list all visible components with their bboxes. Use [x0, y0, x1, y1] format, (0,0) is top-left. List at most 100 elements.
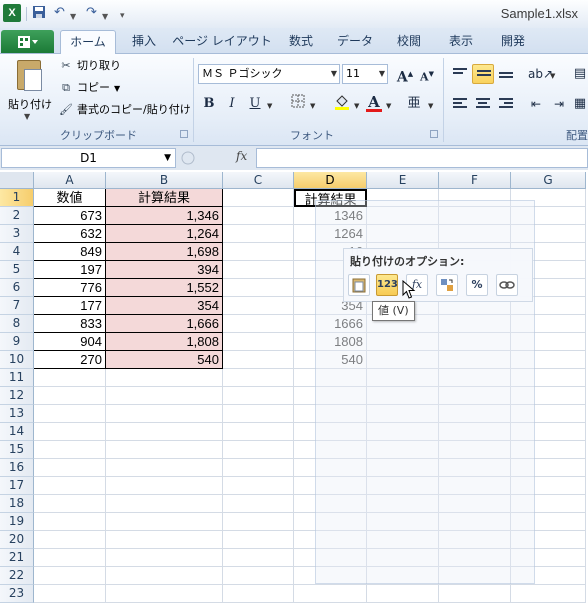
paste-option-formatting-button[interactable]: %	[466, 274, 488, 296]
shrink-font-icon[interactable]: A▼	[417, 64, 437, 84]
cell-b-value[interactable]: 394	[106, 261, 223, 279]
cell-a-value[interactable]: 673	[34, 207, 106, 225]
decrease-indent-icon[interactable]: ⇤	[526, 94, 546, 114]
cell[interactable]	[106, 495, 223, 513]
cell-a-value[interactable]: 833	[34, 315, 106, 333]
cell-a-value[interactable]: 270	[34, 351, 106, 369]
cut-button[interactable]: ✂ 切り取り	[58, 56, 121, 76]
save-icon[interactable]	[32, 5, 46, 21]
chevron-down-icon[interactable]: ▼	[331, 65, 337, 83]
cell[interactable]	[223, 549, 294, 567]
paste-button[interactable]: 貼り付け ▼	[4, 56, 54, 124]
paste-option-link-icon[interactable]	[496, 274, 518, 296]
cell-a-value[interactable]: 177	[34, 297, 106, 315]
row-header[interactable]: 10	[0, 351, 34, 369]
column-header-a[interactable]: A	[34, 172, 106, 189]
cell-b-value[interactable]: 1,698	[106, 243, 223, 261]
cell[interactable]	[34, 531, 106, 549]
tab-formulas[interactable]: 数式	[280, 30, 322, 54]
cell[interactable]	[106, 531, 223, 549]
borders-dropdown-icon[interactable]: ▼	[310, 102, 315, 110]
row-header[interactable]: 3	[0, 225, 34, 243]
row-header[interactable]: 4	[0, 243, 34, 261]
paste-option-values-button[interactable]: 123	[376, 274, 398, 296]
copy-dropdown-icon[interactable]: ▼	[114, 84, 120, 93]
file-tab[interactable]	[1, 30, 54, 53]
row-header[interactable]: 21	[0, 549, 34, 567]
cell-b-value[interactable]: 354	[106, 297, 223, 315]
tab-insert[interactable]: 挿入	[122, 30, 166, 54]
excel-logo-icon[interactable]: X	[3, 4, 21, 22]
font-name-combo[interactable]: ＭＳ Ｐゴシック ▼	[198, 64, 340, 84]
orientation-dropdown-icon[interactable]: ▼	[550, 72, 555, 80]
row-header[interactable]: 11	[0, 369, 34, 387]
cell[interactable]	[223, 279, 294, 297]
align-bottom-icon[interactable]	[496, 64, 516, 84]
cell[interactable]	[223, 333, 294, 351]
cell-b-value[interactable]: 1,552	[106, 279, 223, 297]
cell[interactable]	[223, 585, 294, 603]
cell[interactable]	[223, 441, 294, 459]
phonetic-icon[interactable]: 亜	[404, 94, 424, 114]
cell[interactable]	[34, 387, 106, 405]
row-header[interactable]: 7	[0, 297, 34, 315]
cell[interactable]	[106, 387, 223, 405]
tab-review[interactable]: 校閲	[388, 30, 430, 54]
bold-button[interactable]: B	[199, 94, 219, 114]
undo-icon[interactable]: ↶	[54, 5, 65, 21]
align-middle-icon[interactable]	[472, 64, 494, 84]
row-header[interactable]: 5	[0, 261, 34, 279]
row-header[interactable]: 19	[0, 513, 34, 531]
phonetic-dropdown-icon[interactable]: ▼	[428, 102, 433, 110]
cell[interactable]	[223, 369, 294, 387]
cell[interactable]	[367, 585, 439, 603]
format-painter-button[interactable]: 🖌 書式のコピー/貼り付け	[58, 100, 191, 120]
cell[interactable]	[34, 477, 106, 495]
cell[interactable]	[106, 423, 223, 441]
column-header-e[interactable]: E	[367, 172, 439, 189]
tab-view[interactable]: 表示	[440, 30, 482, 54]
tab-developer[interactable]: 開発	[492, 30, 534, 54]
insert-function-icon[interactable]: fx	[236, 149, 247, 163]
cell[interactable]	[34, 369, 106, 387]
name-box[interactable]: D1 ▼	[1, 148, 176, 168]
tab-page-layout[interactable]: ページ レイアウト	[172, 30, 272, 54]
customize-quick-access-icon[interactable]: ▾	[120, 8, 125, 24]
cell[interactable]	[223, 243, 294, 261]
row-header[interactable]: 14	[0, 423, 34, 441]
clipboard-dialog-launcher[interactable]	[180, 130, 188, 138]
font-dialog-launcher[interactable]	[430, 130, 438, 138]
row-header[interactable]: 16	[0, 459, 34, 477]
cell-a-value[interactable]: 197	[34, 261, 106, 279]
cell[interactable]	[223, 513, 294, 531]
redo-icon[interactable]: ↷	[86, 5, 97, 21]
cell[interactable]	[106, 369, 223, 387]
grow-font-icon[interactable]: A▲	[395, 64, 415, 86]
align-center-icon[interactable]	[473, 94, 493, 114]
underline-button[interactable]: U	[245, 94, 265, 114]
row-header[interactable]: 8	[0, 315, 34, 333]
align-right-icon[interactable]	[496, 94, 516, 114]
cell-b-value[interactable]: 540	[106, 351, 223, 369]
wrap-text-icon[interactable]: ▤	[570, 64, 588, 84]
cell[interactable]	[223, 207, 294, 225]
cell[interactable]	[34, 513, 106, 531]
cell[interactable]	[223, 567, 294, 585]
underline-dropdown-icon[interactable]: ▼	[267, 102, 272, 110]
column-header-f[interactable]: F	[439, 172, 511, 189]
cell[interactable]	[223, 405, 294, 423]
italic-button[interactable]: I	[222, 94, 242, 114]
row-header[interactable]: 9	[0, 333, 34, 351]
cell[interactable]	[223, 477, 294, 495]
row-header[interactable]: 15	[0, 441, 34, 459]
row-header[interactable]: 13	[0, 405, 34, 423]
cell[interactable]	[223, 261, 294, 279]
cell[interactable]	[34, 567, 106, 585]
paste-dropdown-icon[interactable]: ▼	[24, 112, 30, 121]
chevron-down-icon[interactable]: ▼	[164, 149, 171, 167]
cell[interactable]	[294, 585, 367, 603]
merge-center-icon[interactable]: ▦	[570, 94, 588, 114]
cell[interactable]	[106, 459, 223, 477]
cell[interactable]	[223, 351, 294, 369]
row-header[interactable]: 20	[0, 531, 34, 549]
